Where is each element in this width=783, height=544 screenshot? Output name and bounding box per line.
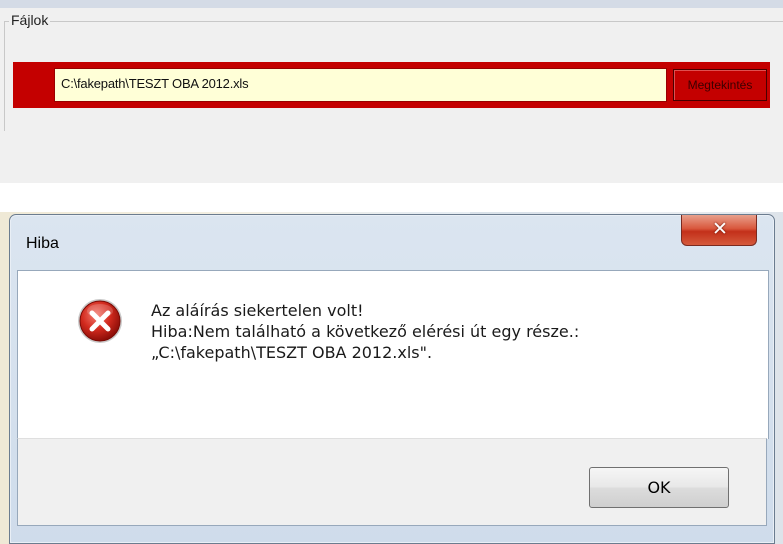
- dialog-footer: OK: [17, 438, 767, 526]
- dialog-content: Az aláírás siekertelen volt! Hiba:Nem ta…: [17, 270, 769, 439]
- files-legend: Fájlok: [9, 12, 51, 28]
- close-icon: ✕: [712, 218, 728, 240]
- message-line: Az aláírás siekertelen volt!: [151, 301, 364, 320]
- message-line: Hiba:Nem található a következő elérési ú…: [151, 322, 580, 341]
- close-button[interactable]: ✕: [681, 215, 757, 246]
- view-button[interactable]: Megtekintés: [673, 69, 767, 101]
- fieldset-border-left: [4, 21, 5, 131]
- fieldset-border: [4, 21, 783, 22]
- error-message: Az aláírás siekertelen volt! Hiba:Nem ta…: [151, 300, 579, 363]
- error-dialog: Hiba ✕ Az aláírás siekertelen volt! Hiba…: [9, 214, 775, 544]
- dialog-title: Hiba: [26, 235, 59, 252]
- file-panel: Fájlok C:\fakepath\TESZT OBA 2012.xls Me…: [0, 0, 783, 183]
- message-line: „C:\fakepath\TESZT OBA 2012.xls".: [151, 343, 433, 362]
- file-path-input[interactable]: C:\fakepath\TESZT OBA 2012.xls: [54, 68, 667, 102]
- error-icon: [78, 299, 122, 343]
- ok-button[interactable]: OK: [589, 467, 729, 508]
- window-top-strip: [0, 0, 783, 8]
